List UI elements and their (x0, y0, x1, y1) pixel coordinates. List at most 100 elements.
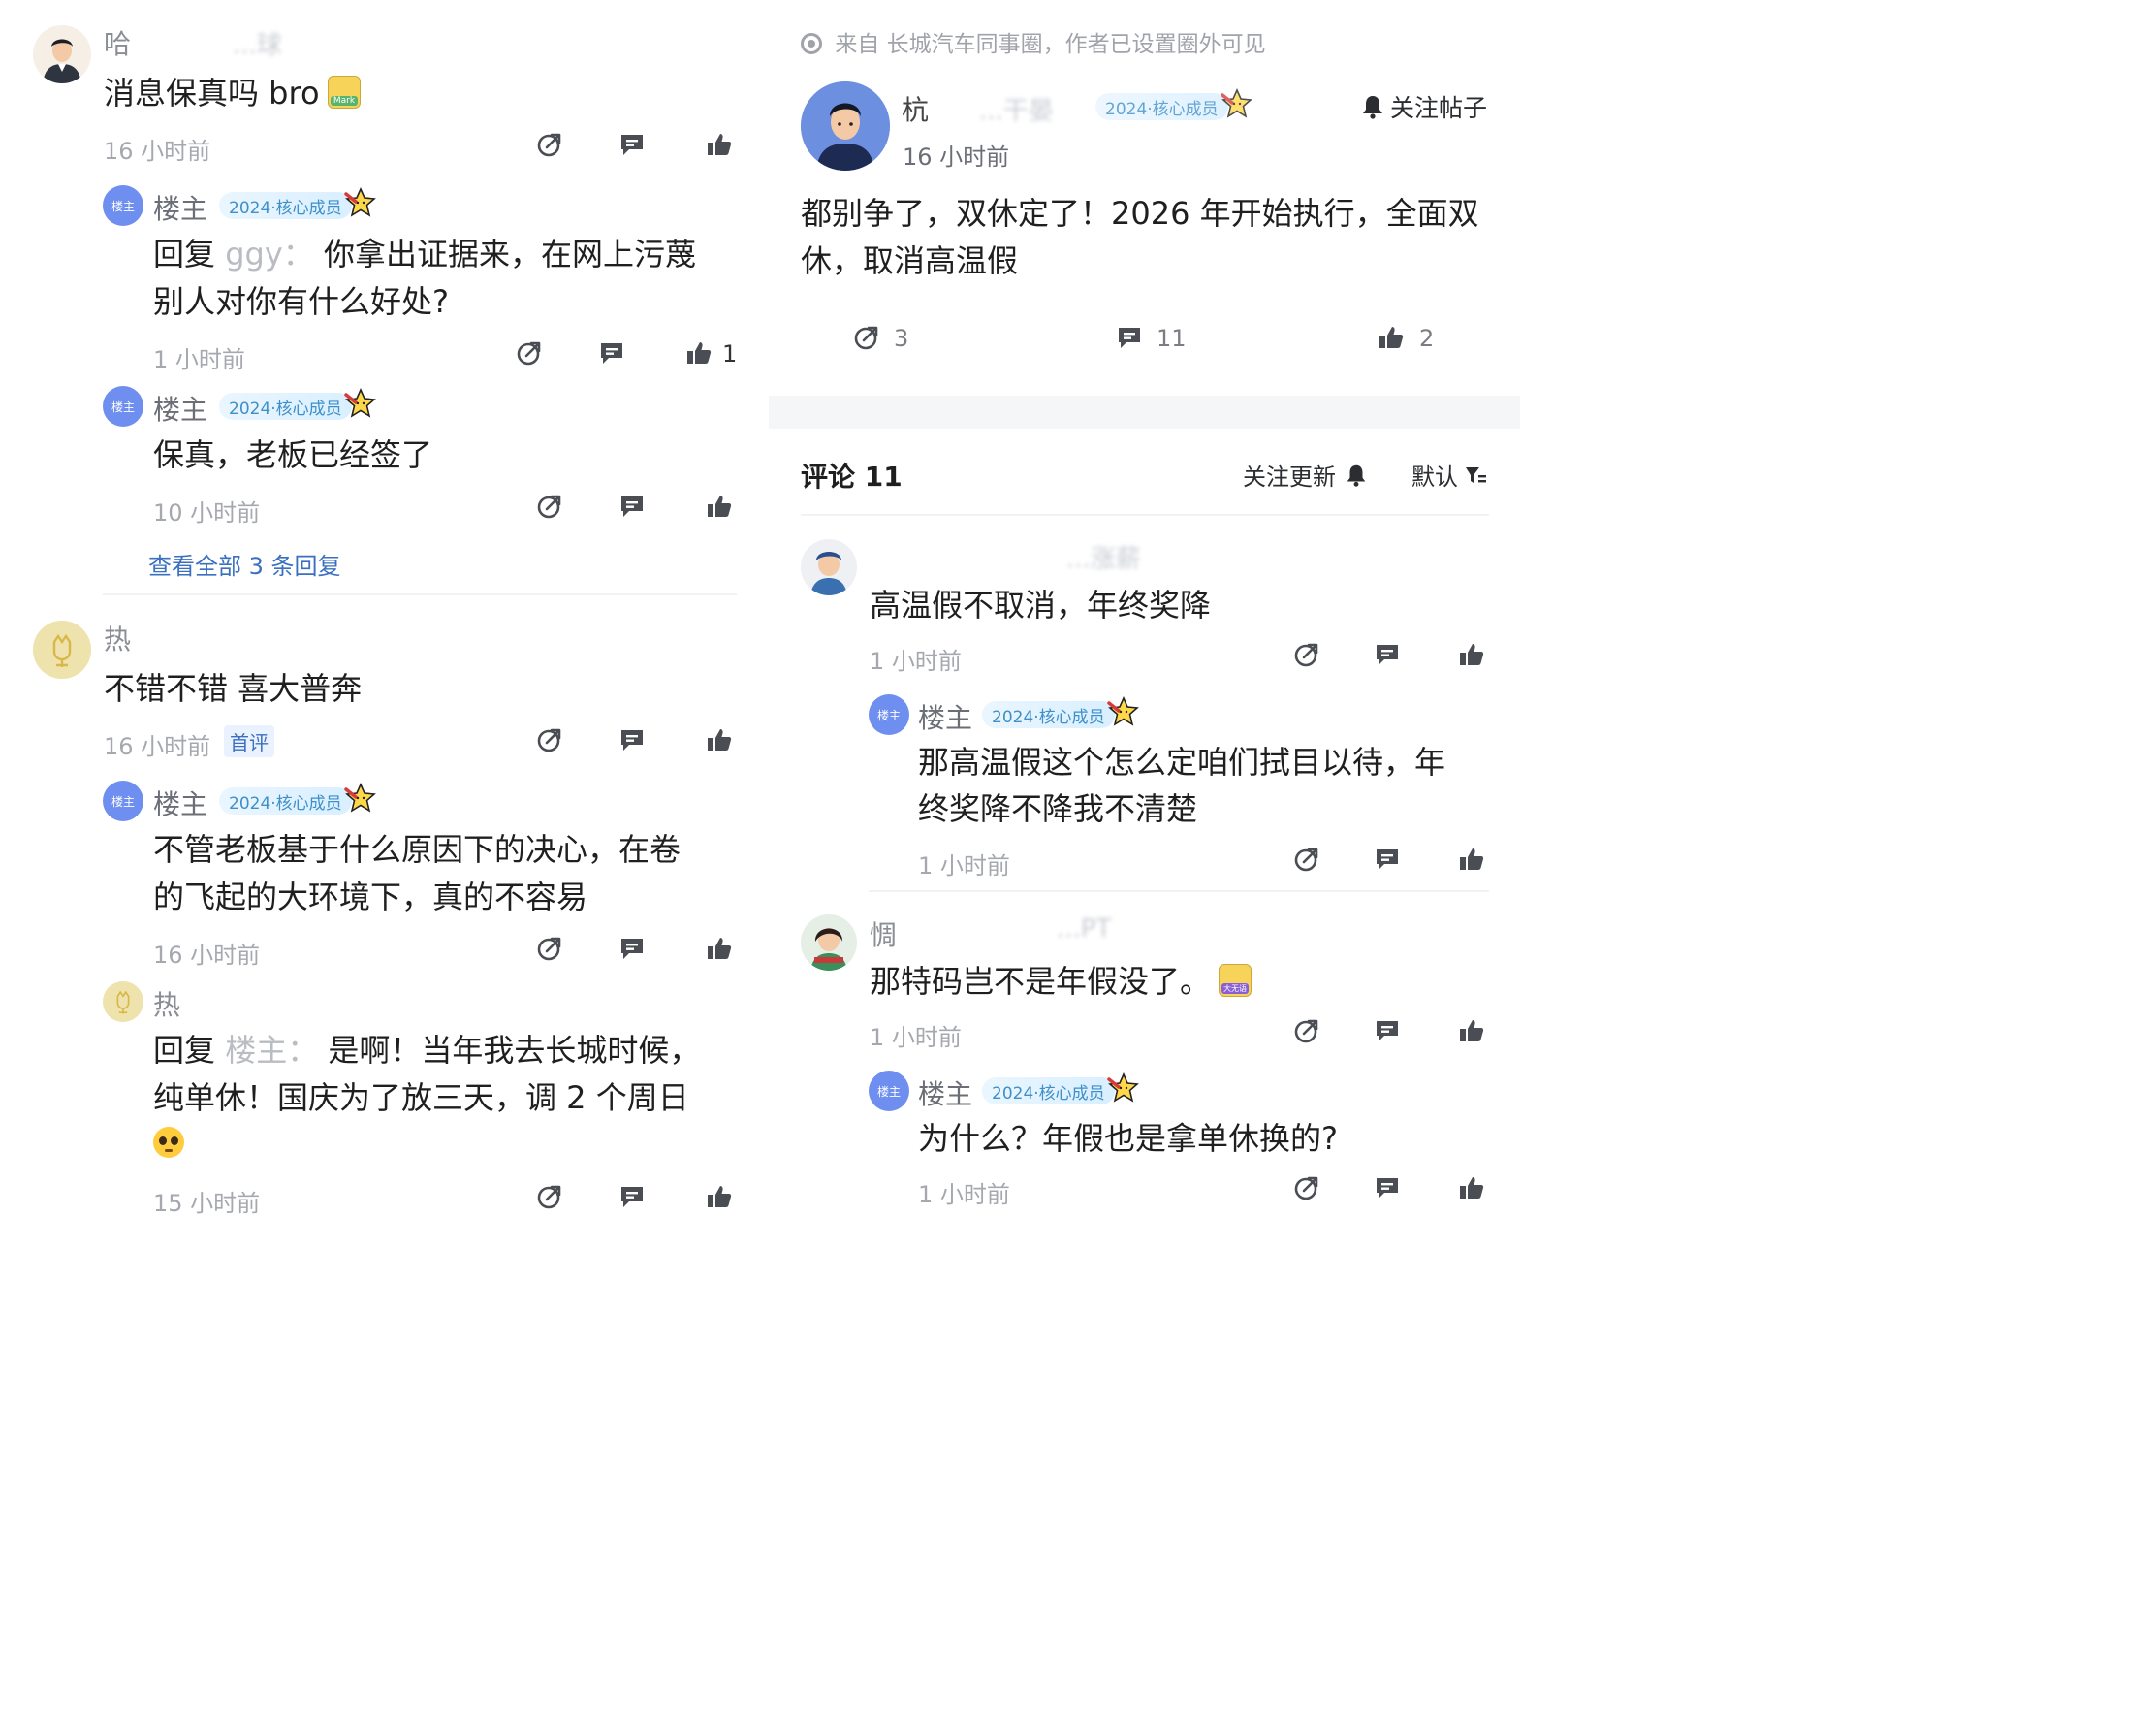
commenter-name[interactable]: 热 (104, 619, 131, 657)
core-member-badge: 2024·核心成员 (982, 1077, 1115, 1104)
reply-button[interactable] (1373, 1173, 1402, 1202)
commenter-name[interactable]: 哈 (104, 23, 131, 62)
comment-text: 消息保真吗 bro (104, 75, 320, 112)
comment-time: 16 小时前 (104, 733, 211, 760)
thumbs-up-icon (706, 131, 733, 158)
sort-dropdown[interactable]: 默认 (1411, 458, 1487, 492)
host-avatar[interactable]: 楼主 (869, 1071, 909, 1111)
thumbs-up-icon (706, 726, 733, 753)
cartoon-avatar-icon (801, 539, 857, 595)
reply-author[interactable]: 楼主 (153, 389, 207, 428)
like-button[interactable] (705, 934, 734, 963)
share-button[interactable] (1292, 1173, 1321, 1202)
reply-text-line2: 纯单休！国庆为了放三天，调 2 个周日 (153, 1079, 689, 1116)
comment-icon (618, 493, 646, 520)
star-badge-icon (344, 387, 377, 420)
flower-avatar-icon (33, 621, 91, 679)
reply-button[interactable] (1373, 640, 1402, 669)
share-button[interactable] (535, 934, 564, 963)
share-button[interactable] (535, 492, 564, 521)
reply-button[interactable] (1373, 845, 1402, 874)
comment-icon (1374, 1017, 1401, 1044)
comment-icon (598, 339, 625, 367)
reply-time: 1 小时前 (918, 852, 1010, 880)
share-button[interactable] (535, 725, 564, 754)
star-badge-icon (1107, 695, 1140, 728)
thumbs-up-icon (706, 1183, 733, 1210)
user-avatar[interactable] (103, 981, 143, 1022)
comment-time: 1 小时前 (870, 1024, 962, 1051)
like-button[interactable] (705, 1182, 734, 1211)
author-name[interactable]: 杭 (902, 89, 929, 128)
view-all-replies-link[interactable]: 查看全部 3 条回复 (148, 547, 341, 581)
share-icon (516, 339, 543, 367)
reply-time: 10 小时前 (153, 499, 261, 527)
reply-author[interactable]: 楼主 (153, 188, 207, 227)
comment-icon (618, 131, 646, 158)
follow-updates-button[interactable]: 关注更新 (1243, 458, 1369, 492)
reply-author[interactable]: 楼主 (153, 784, 207, 822)
like-button[interactable] (1457, 1173, 1486, 1202)
divider (103, 593, 737, 595)
core-member-badge: 2024·核心成员 (982, 701, 1115, 728)
thumbs-up-icon (706, 493, 733, 520)
pleading-face-emoji (153, 1127, 184, 1158)
user-avatar[interactable] (801, 914, 857, 971)
follow-post-button[interactable]: 关注帖子 (1359, 89, 1487, 124)
reply-button[interactable] (618, 130, 647, 159)
author-name-blurred: ...干晏 (979, 97, 1054, 126)
comment-button[interactable] (1115, 323, 1144, 352)
reply-button[interactable] (618, 492, 647, 521)
source-circle-icon (801, 33, 822, 54)
reply-button[interactable] (618, 934, 647, 963)
commenter-name-blurred: ...PT (1057, 914, 1112, 944)
host-avatar[interactable]: 楼主 (103, 781, 143, 821)
filter-icon (1466, 466, 1486, 483)
share-icon (536, 1183, 563, 1210)
like-button[interactable] (1457, 1016, 1486, 1045)
share-button[interactable] (1292, 1016, 1321, 1045)
share-button[interactable] (535, 130, 564, 159)
like-button[interactable] (1377, 323, 1406, 352)
author-avatar[interactable] (801, 81, 890, 171)
like-button[interactable] (705, 130, 734, 159)
host-avatar[interactable]: 楼主 (103, 185, 143, 226)
reply-button[interactable] (618, 1182, 647, 1211)
user-avatar[interactable] (33, 25, 91, 83)
host-avatar[interactable]: 楼主 (103, 386, 143, 427)
share-icon (536, 131, 563, 158)
reply-author[interactable]: 热 (153, 984, 180, 1023)
reply-time: 15 小时前 (153, 1190, 261, 1217)
comment-text: 高温假不取消，年终奖降 (870, 587, 1212, 624)
user-avatar[interactable] (801, 539, 857, 595)
commenter-name-blurred: ...球 (233, 31, 282, 60)
like-button[interactable] (705, 725, 734, 754)
user-avatar[interactable] (33, 621, 91, 679)
commenter-name[interactable]: 惆 (870, 914, 897, 953)
reply-button[interactable] (618, 725, 647, 754)
core-member-badge: 2024·核心成员 (219, 787, 352, 815)
reply-author[interactable]: 楼主 (918, 1073, 972, 1112)
share-button[interactable] (852, 323, 881, 352)
share-button[interactable] (1292, 845, 1321, 874)
comments-title: 评论 11 (801, 461, 903, 493)
reply-author[interactable]: 楼主 (918, 697, 972, 736)
like-button[interactable] (705, 492, 734, 521)
like-button[interactable] (1457, 845, 1486, 874)
star-badge-icon (344, 186, 377, 219)
reply-button[interactable] (1373, 1016, 1402, 1045)
first-comment-tag: 首评 (224, 725, 274, 757)
reply-button[interactable] (597, 338, 626, 368)
share-button[interactable] (1292, 640, 1321, 669)
share-icon (1293, 1017, 1320, 1044)
like-button[interactable] (1457, 640, 1486, 669)
comment-count: 11 (1157, 325, 1187, 352)
comment-icon (618, 1183, 646, 1210)
comment-icon (1374, 1174, 1401, 1201)
speechless-sticker: 大无语 (1219, 964, 1252, 997)
share-button[interactable] (535, 1182, 564, 1211)
like-button[interactable] (684, 338, 713, 368)
share-button[interactable] (515, 338, 544, 368)
host-avatar[interactable]: 楼主 (869, 694, 909, 735)
reply-time: 1 小时前 (918, 1181, 1010, 1208)
